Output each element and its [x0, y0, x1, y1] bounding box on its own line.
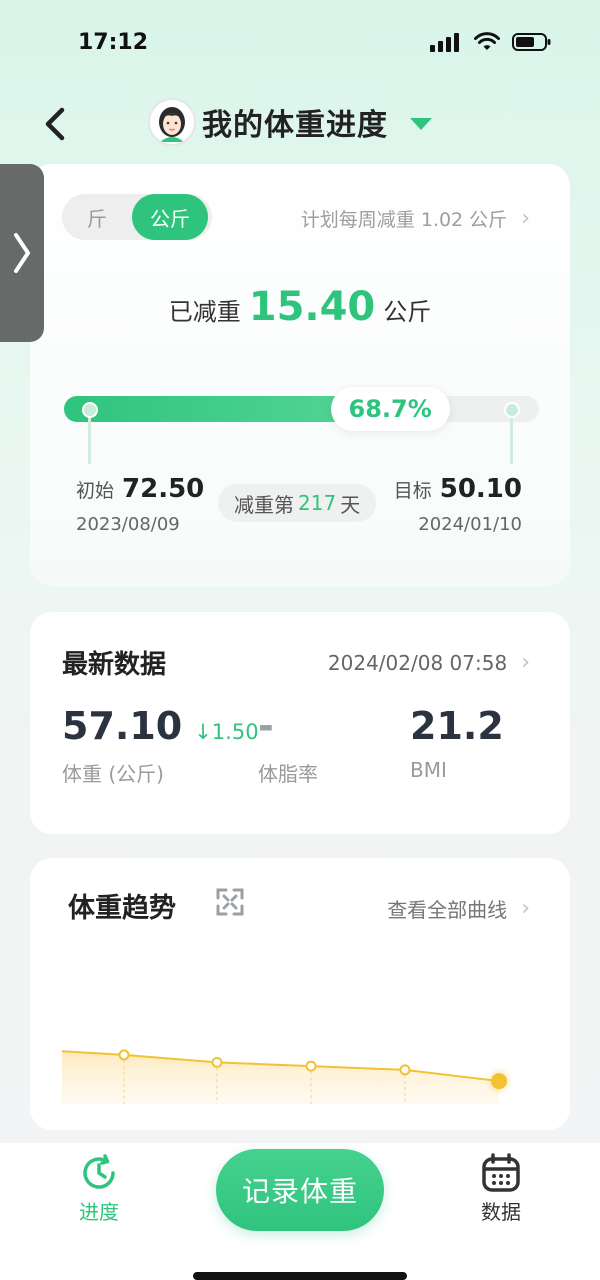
caret-down-icon	[410, 118, 432, 130]
body-fat-metric: - 体脂率	[258, 704, 318, 787]
page-title: 我的体重进度	[202, 108, 388, 143]
trend-point	[399, 1064, 411, 1076]
weight-lost-unit: 公斤	[383, 298, 432, 326]
trend-point	[118, 1049, 130, 1061]
chevron-right-icon: ›	[521, 896, 530, 921]
latest-datetime: 2024/02/08 07:58	[327, 650, 508, 675]
nav-data[interactable]: 数据	[480, 1152, 522, 1225]
chevron-right-icon: ›	[521, 650, 530, 675]
expand-icon[interactable]	[214, 886, 246, 918]
home-indicator	[193, 1272, 407, 1280]
avatar	[148, 98, 196, 146]
chevron-right-icon: ›	[521, 206, 530, 231]
start-weight: 初始 72.50 2023/08/09	[76, 474, 204, 535]
start-marker-dot	[82, 402, 98, 418]
unit-toggle[interactable]: 斤 公斤	[62, 194, 212, 240]
trend-point-latest	[491, 1073, 507, 1090]
status-icons	[430, 32, 552, 52]
days-count: 217	[298, 491, 337, 515]
weight-value: 57.10	[62, 704, 183, 748]
chevron-right-icon	[14, 233, 30, 273]
goal-weight: 目标 50.10 2024/01/10	[394, 474, 522, 535]
goal-date: 2024/01/10	[418, 514, 522, 535]
goal-marker-dot	[504, 402, 520, 418]
body-fat-label: 体脂率	[258, 762, 318, 786]
status-time: 17:12	[78, 30, 149, 55]
start-marker-line	[88, 410, 91, 464]
unit-option-gongjin[interactable]: 公斤	[132, 194, 208, 240]
weight-lost-value: 15.40	[248, 284, 376, 330]
back-icon[interactable]	[40, 104, 70, 144]
weight-lost-label: 已减重	[168, 298, 241, 326]
goal-label: 目标	[393, 480, 432, 502]
battery-icon	[512, 33, 551, 51]
progress-percent: 68.7%	[330, 387, 450, 431]
start-label: 初始	[76, 480, 115, 502]
avatar-icon	[159, 107, 185, 142]
nav-data-label: 数据	[481, 1200, 521, 1224]
clock-refresh-icon	[83, 1154, 115, 1189]
view-all-curves-link[interactable]: 查看全部曲线 ›	[387, 894, 530, 923]
signal-icon	[430, 33, 459, 52]
side-expand-tab[interactable]	[0, 164, 44, 342]
latest-data-time-link[interactable]: 2024/02/08 07:58 ›	[328, 650, 530, 675]
body-fat-value: -	[258, 704, 274, 748]
bmi-label: BMI	[410, 758, 447, 782]
bmi-metric: 21.2 BMI	[410, 704, 504, 782]
view-all-text: 查看全部曲线	[387, 898, 508, 922]
record-weight-button[interactable]: 记录体重	[216, 1149, 384, 1231]
days-badge: 减重第 217 天	[218, 484, 377, 522]
unit-option-jin[interactable]: 斤	[62, 194, 132, 240]
trend-title: 体重趋势	[68, 893, 176, 924]
weight-diff: ↓1.50	[194, 720, 259, 744]
calendar-icon	[482, 1153, 520, 1192]
nav-progress-label: 进度	[79, 1200, 119, 1224]
weight-label: 体重 (公斤)	[62, 762, 164, 786]
bmi-value: 21.2	[410, 704, 504, 748]
weekly-plan-link[interactable]: 计划每周减重 1.02 公斤 ›	[301, 205, 530, 232]
goal-marker-line	[510, 410, 513, 464]
goal-value: 50.10	[439, 474, 522, 504]
nav-progress[interactable]: 进度	[78, 1152, 120, 1225]
latest-data-title: 最新数据	[62, 650, 167, 680]
days-suffix: 天	[340, 492, 361, 517]
weekly-plan-text: 计划每周减重 1.02 公斤	[300, 209, 508, 231]
weight-metric: 57.10 ↓1.50 体重 (公斤)	[62, 704, 259, 787]
days-prefix: 减重第	[234, 492, 294, 517]
start-date: 2023/08/09	[76, 514, 180, 535]
weight-lost-summary: 已减重 15.40 公斤	[0, 284, 600, 330]
wifi-icon	[474, 32, 500, 50]
start-value: 72.50	[122, 474, 205, 504]
profile-switcher[interactable]: 我的体重进度	[148, 98, 432, 146]
trend-point	[305, 1060, 317, 1072]
weight-trend-chart[interactable]	[62, 1030, 522, 1104]
trend-point	[211, 1056, 223, 1068]
